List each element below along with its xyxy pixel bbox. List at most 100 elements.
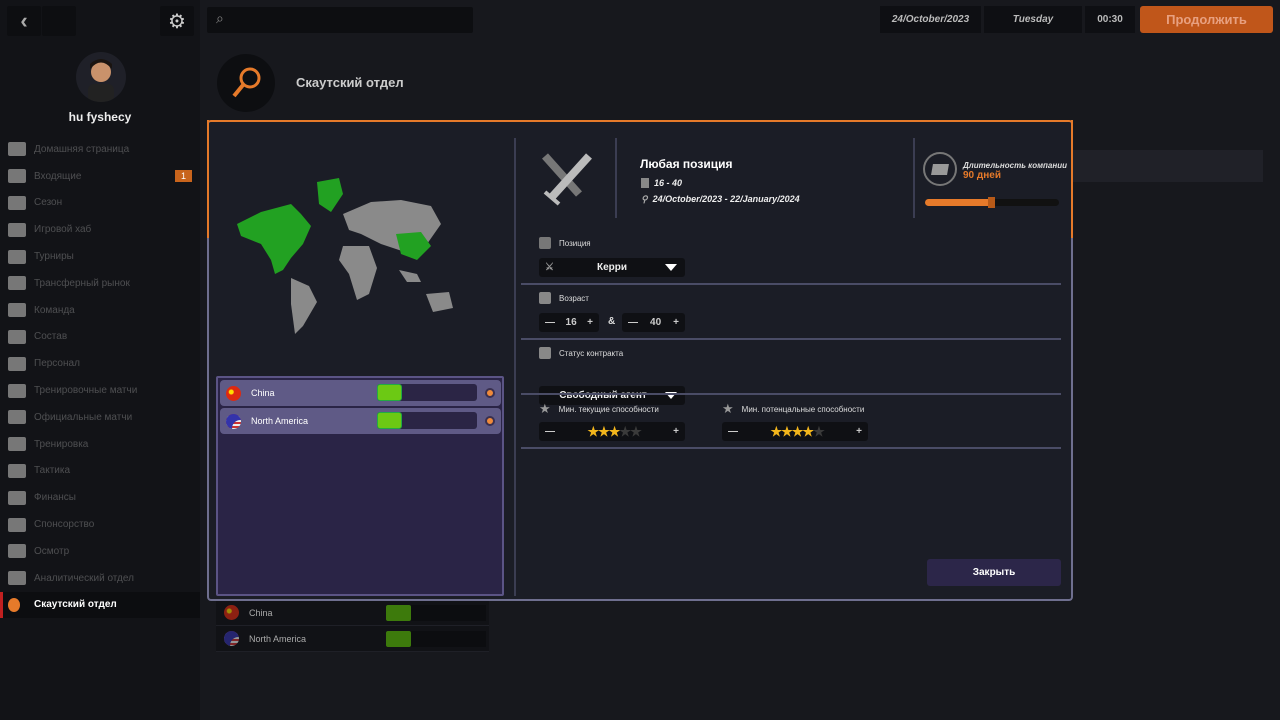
region-progress xyxy=(377,384,477,401)
divider xyxy=(615,138,617,218)
slider-handle[interactable] xyxy=(988,197,995,208)
sidebar-item[interactable]: Трансферный рынок xyxy=(0,270,200,297)
close-button[interactable]: Закрыть xyxy=(927,559,1061,586)
region-list: ChinaNorth America xyxy=(216,376,504,596)
minus-icon[interactable]: — xyxy=(728,426,738,437)
menu-icon xyxy=(8,223,26,237)
duration-label: Длительность компании xyxy=(963,161,1067,170)
menu-icon xyxy=(8,196,26,210)
sidebar-item[interactable]: Тактика xyxy=(0,458,200,485)
background-region-row: North America xyxy=(216,626,489,652)
sidebar-item[interactable]: Команда xyxy=(0,297,200,324)
sidebar-item[interactable]: Финансы xyxy=(0,484,200,511)
potential-ability-stepper[interactable]: —★★★★★+ xyxy=(722,422,868,441)
sidebar-item[interactable]: Сезон xyxy=(0,190,200,217)
sidebar-item[interactable]: Осмотр xyxy=(0,538,200,565)
current-ability-stepper[interactable]: —★★★★★+ xyxy=(539,422,685,441)
duration-slider[interactable] xyxy=(925,199,1059,206)
divider xyxy=(521,447,1061,449)
sidebar-item-label: Домашняя страница xyxy=(34,144,129,155)
star-icon: ★ xyxy=(722,401,734,417)
flag-icon xyxy=(224,605,239,620)
star-icon: ★ xyxy=(630,424,641,439)
star-rating: ★★★★★ xyxy=(587,424,640,440)
sidebar-item[interactable]: Тренировка xyxy=(0,431,200,458)
position-dropdown[interactable]: ⚔Керри xyxy=(539,258,685,277)
sidebar-item[interactable]: Спонсорство xyxy=(0,511,200,538)
sidebar-item[interactable]: Домашняя страница xyxy=(0,136,200,163)
sidebar-item-label: Осмотр xyxy=(34,546,69,557)
blank-button[interactable] xyxy=(42,6,76,36)
sidebar-item[interactable]: Официальные матчи xyxy=(0,404,200,431)
sidebar-item-label: Турниры xyxy=(34,251,74,262)
plus-icon[interactable]: + xyxy=(673,317,679,328)
sidebar-item-label: Спонсорство xyxy=(34,519,94,530)
remove-region-button[interactable] xyxy=(485,388,495,398)
star-icon: ★ xyxy=(587,424,598,439)
menu-icon xyxy=(8,571,26,585)
sidebar-item[interactable]: Входящие1 xyxy=(0,163,200,190)
sidebar-item[interactable]: Персонал xyxy=(0,350,200,377)
sidebar-item[interactable]: Игровой хаб xyxy=(0,216,200,243)
background-region-row: China xyxy=(216,600,489,626)
scout-icon xyxy=(217,54,275,112)
plus-icon[interactable]: + xyxy=(673,426,679,437)
search-input[interactable]: ⌕ xyxy=(207,7,473,33)
age-min-stepper[interactable]: —16+ xyxy=(539,313,599,332)
flag-icon xyxy=(224,631,239,646)
settings-button[interactable]: ⚙ xyxy=(160,6,194,36)
age-max-stepper[interactable]: —40+ xyxy=(622,313,685,332)
world-map[interactable] xyxy=(231,174,471,334)
sidebar-item-label: Состав xyxy=(34,331,67,342)
menu-icon xyxy=(8,384,26,398)
divider xyxy=(521,283,1061,285)
scouting-modal: ChinaNorth America Любая позиция 16 - 40… xyxy=(207,120,1073,601)
flag-icon xyxy=(226,386,241,401)
sidebar-item[interactable]: Тренировочные матчи xyxy=(0,377,200,404)
background-region-list: China North America xyxy=(216,600,489,652)
menu-icon xyxy=(8,330,26,344)
avatar[interactable] xyxy=(76,52,126,102)
sidebar-item-label: Сезон xyxy=(34,197,62,208)
menu-icon xyxy=(8,169,26,183)
minus-icon[interactable]: — xyxy=(628,317,638,328)
sidebar-item-label: Тренировочные матчи xyxy=(34,385,137,396)
region-progress xyxy=(377,412,477,429)
menu-icon xyxy=(8,276,26,290)
sidebar-item-label: Скаутский отдел xyxy=(34,599,117,610)
search-period: 24/October/2023 - 22/January/2024 xyxy=(653,194,800,205)
menu-icon xyxy=(8,598,20,612)
menu-icon xyxy=(8,544,26,558)
gear-icon: ⚙ xyxy=(168,9,186,34)
menu-icon xyxy=(8,142,26,156)
sidebar-item[interactable]: Турниры xyxy=(0,243,200,270)
region-name: China xyxy=(249,608,273,618)
age-range: 16 - 40 xyxy=(654,178,682,188)
region-row[interactable]: North America xyxy=(220,408,501,434)
sidebar-item-label: Аналитический отдел xyxy=(34,573,134,584)
back-button[interactable]: ‹ xyxy=(7,6,41,36)
flag-icon xyxy=(226,414,241,429)
sidebar-item[interactable]: Состав xyxy=(0,324,200,351)
menu-icon xyxy=(8,250,26,264)
sidebar-item[interactable]: Аналитический отдел xyxy=(0,565,200,592)
remove-region-button[interactable] xyxy=(485,416,495,426)
sidebar-item-label: Игровой хаб xyxy=(34,224,91,235)
search-icon: ⌕ xyxy=(216,10,224,27)
sidebar-item-label: Тренировка xyxy=(34,439,88,450)
star-icon: ★ xyxy=(598,424,609,439)
region-row[interactable]: China xyxy=(220,380,501,406)
sidebar-item-label: Трансферный рынок xyxy=(34,278,130,289)
star-icon: ★ xyxy=(609,424,620,439)
minus-icon[interactable]: — xyxy=(545,426,555,437)
star-icon: ★ xyxy=(813,424,824,439)
plus-icon[interactable]: + xyxy=(856,426,862,437)
minus-icon[interactable]: — xyxy=(545,317,555,328)
menu-icon xyxy=(8,437,26,451)
plus-icon[interactable]: + xyxy=(587,317,593,328)
star-icon: ★ xyxy=(619,424,630,439)
sidebar-item[interactable]: Скаутский отдел xyxy=(0,592,200,619)
continue-button[interactable]: Продолжить xyxy=(1140,6,1273,33)
crossed-swords-icon xyxy=(539,152,595,211)
avatar-icon xyxy=(76,52,126,102)
